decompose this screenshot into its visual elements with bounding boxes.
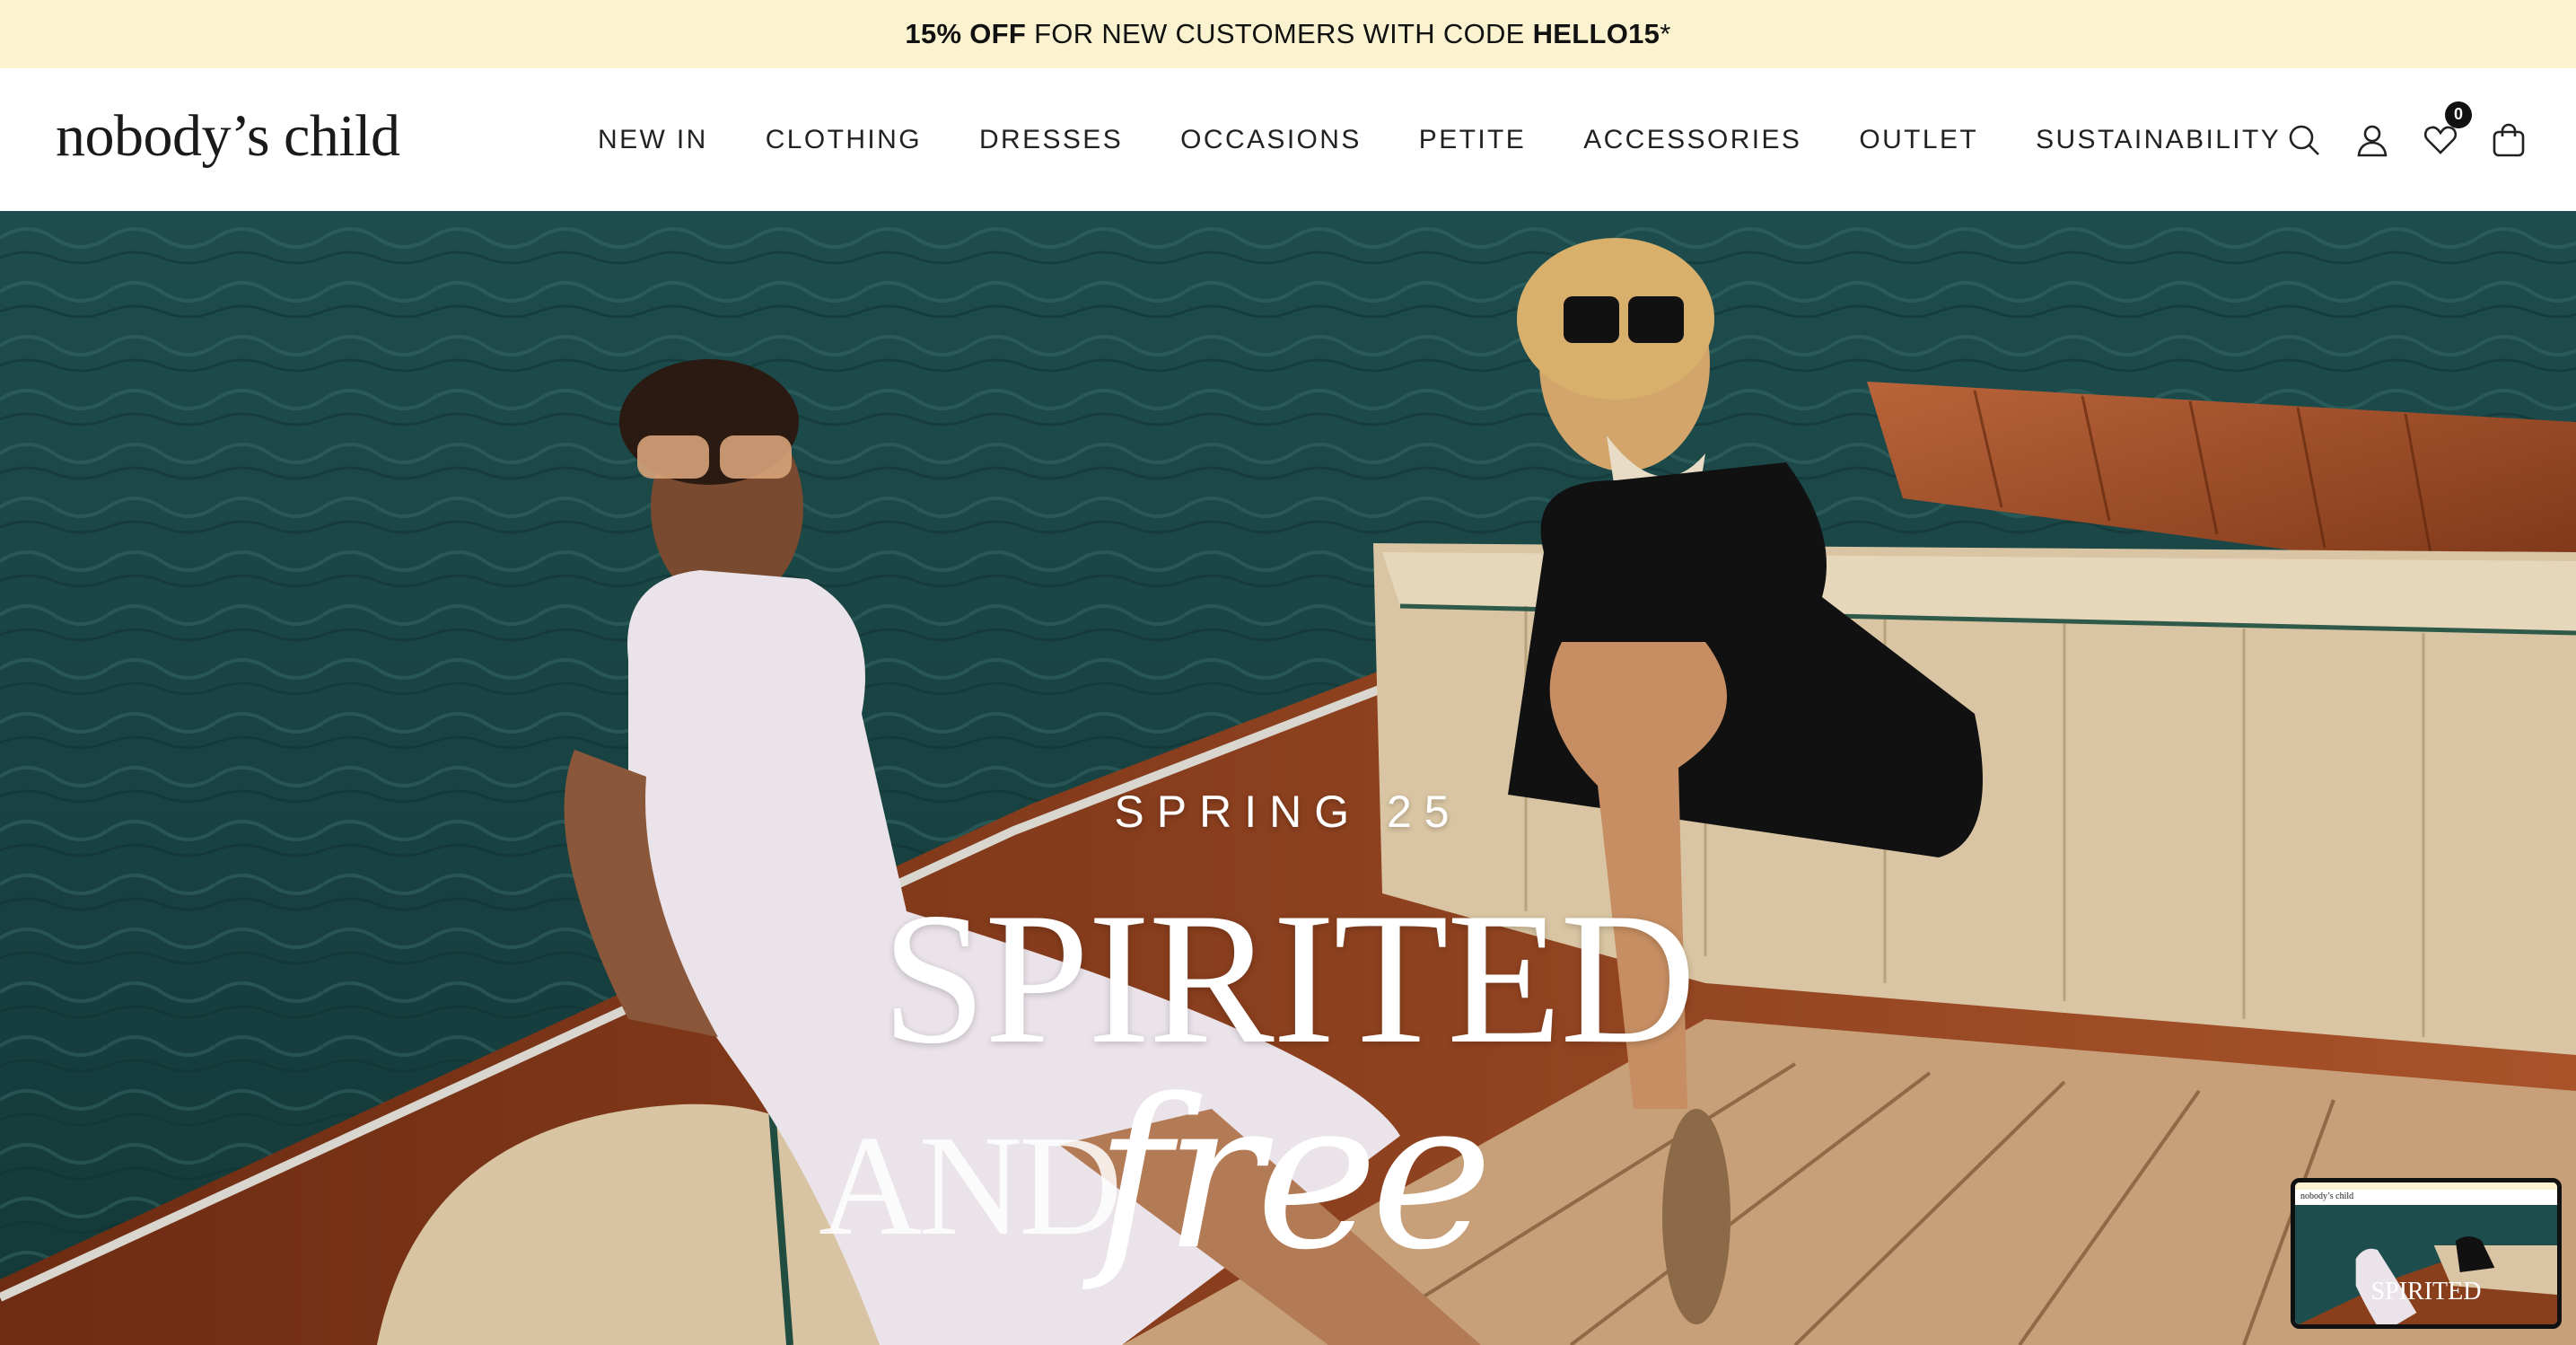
nav-item-clothing[interactable]: CLOTHING [766, 125, 922, 155]
user-icon [2357, 125, 2388, 156]
promo-bar: 15% OFF FOR NEW CUSTOMERS WITH CODE HELL… [0, 0, 2576, 68]
hero-free-script: free [1095, 1056, 1493, 1296]
search-icon [2289, 125, 2319, 155]
cart-button[interactable] [2488, 119, 2529, 161]
site-header: nobody’s child NEW IN CLOTHING DRESSES O… [0, 68, 2576, 211]
nav-item-new-in[interactable]: NEW IN [598, 125, 708, 155]
nav-item-sustainability[interactable]: SUSTAINABILITY [2036, 125, 2281, 155]
hero-eyebrow: SPRING 25 [1114, 787, 1462, 837]
page-preview-thumbnail[interactable]: nobody’s child SPIRITED [2291, 1178, 2562, 1329]
bag-icon [2493, 123, 2525, 156]
promo-code: HELLO15 [1532, 18, 1660, 49]
thumb-promo-bar [2295, 1182, 2557, 1190]
nav-item-accessories[interactable]: ACCESSORIES [1583, 125, 1801, 155]
thumb-header: nobody’s child [2295, 1190, 2557, 1205]
header-icons: 0 [2256, 68, 2529, 211]
hero-banner[interactable]: SPRING 25 SPIRITED AND free [0, 211, 2576, 1345]
hero-title: SPIRITED [881, 875, 1696, 1083]
thumb-logo: nobody’s child [2300, 1191, 2354, 1201]
hero-and-word: AND [819, 1105, 1123, 1265]
thumb-hero-image [2295, 1205, 2557, 1324]
brand-logo[interactable]: nobody’s child [56, 101, 400, 172]
account-button[interactable] [2352, 119, 2393, 161]
promo-discount: 15% OFF [905, 18, 1027, 49]
main-nav: NEW IN CLOTHING DRESSES OCCASIONS PETITE… [598, 68, 2281, 211]
wishlist-count-badge: 0 [2445, 101, 2472, 128]
promo-text: FOR NEW CUSTOMERS WITH CODE [1026, 18, 1533, 49]
nav-item-dresses[interactable]: DRESSES [979, 125, 1123, 155]
nav-item-occasions[interactable]: OCCASIONS [1180, 125, 1362, 155]
thumb-hero-title: SPIRITED [2370, 1278, 2482, 1305]
wishlist-button[interactable]: 0 [2420, 101, 2472, 161]
search-button[interactable] [2283, 119, 2325, 161]
promo-asterisk: * [1660, 18, 1671, 49]
nav-item-petite[interactable]: PETITE [1419, 125, 1526, 155]
nav-item-outlet[interactable]: OUTLET [1859, 125, 1978, 155]
